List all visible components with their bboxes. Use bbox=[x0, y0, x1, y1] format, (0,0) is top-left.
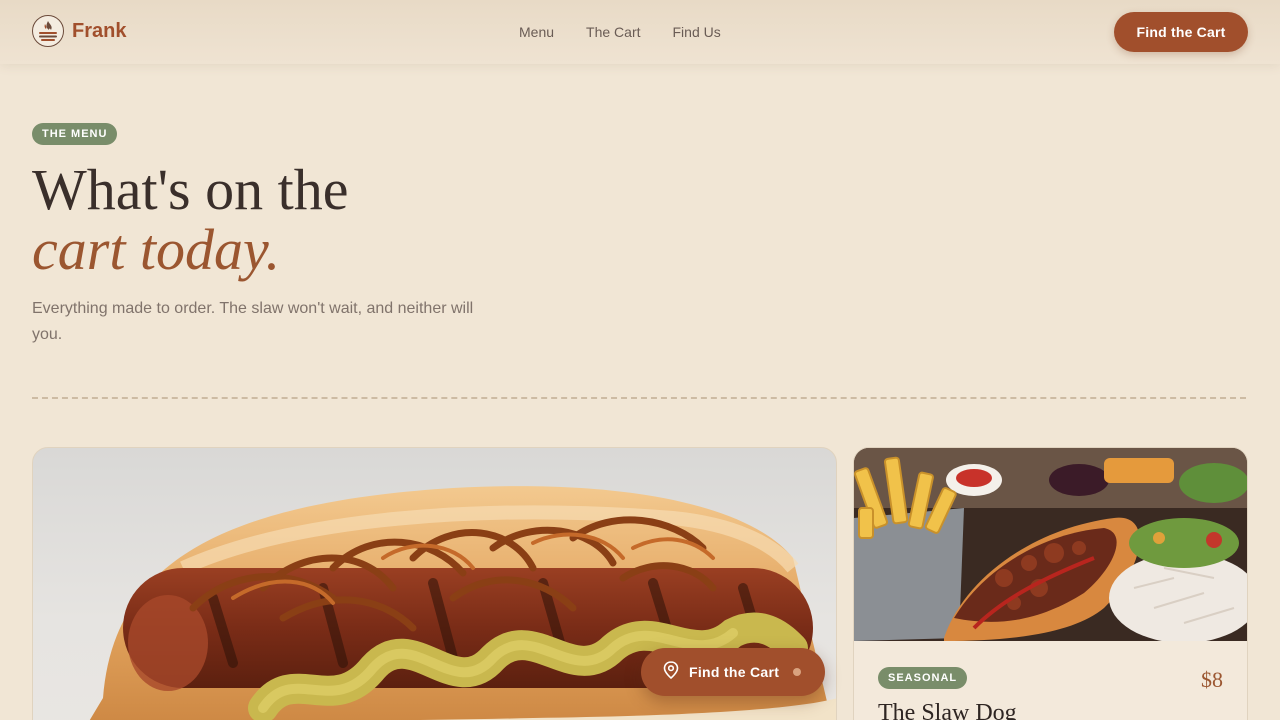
menu-card-slaw-dog[interactable]: SEASONAL $8 The Slaw Dog bbox=[853, 447, 1248, 720]
floating-cta-label: Find the Cart bbox=[689, 664, 780, 680]
nav-link-find-us[interactable]: Find Us bbox=[673, 23, 721, 41]
item-price: $8 bbox=[1201, 667, 1223, 692]
find-the-cart-button[interactable]: Find the Cart bbox=[1114, 12, 1248, 52]
page-title-line-1: What's on the bbox=[32, 157, 349, 222]
main-nav: Menu The Cart Find Us bbox=[519, 23, 753, 41]
page-title: What's on the cart today. bbox=[32, 160, 348, 280]
dashed-divider bbox=[32, 397, 1246, 399]
status-dot bbox=[793, 668, 801, 676]
site-header: Frank Menu The Cart Find Us Find the Car… bbox=[0, 0, 1280, 64]
page-title-line-2: cart today. bbox=[32, 217, 281, 282]
item-name: The Slaw Dog bbox=[878, 700, 1017, 720]
flame-grill-logo-icon bbox=[32, 15, 64, 47]
slaw-dog-photo bbox=[854, 448, 1247, 641]
nav-link-menu[interactable]: Menu bbox=[519, 23, 554, 41]
map-pin-icon bbox=[663, 660, 679, 684]
floating-find-the-cart-button[interactable]: Find the Cart bbox=[641, 648, 825, 696]
brand-name: Frank bbox=[72, 19, 127, 42]
section-pill: THE MENU bbox=[32, 123, 118, 145]
seasonal-badge: SEASONAL bbox=[878, 667, 968, 689]
brand[interactable]: Frank bbox=[32, 15, 126, 47]
nav-link-the-cart[interactable]: The Cart bbox=[586, 23, 640, 41]
page-subtitle: Everything made to order. The slaw won't… bbox=[32, 300, 474, 343]
